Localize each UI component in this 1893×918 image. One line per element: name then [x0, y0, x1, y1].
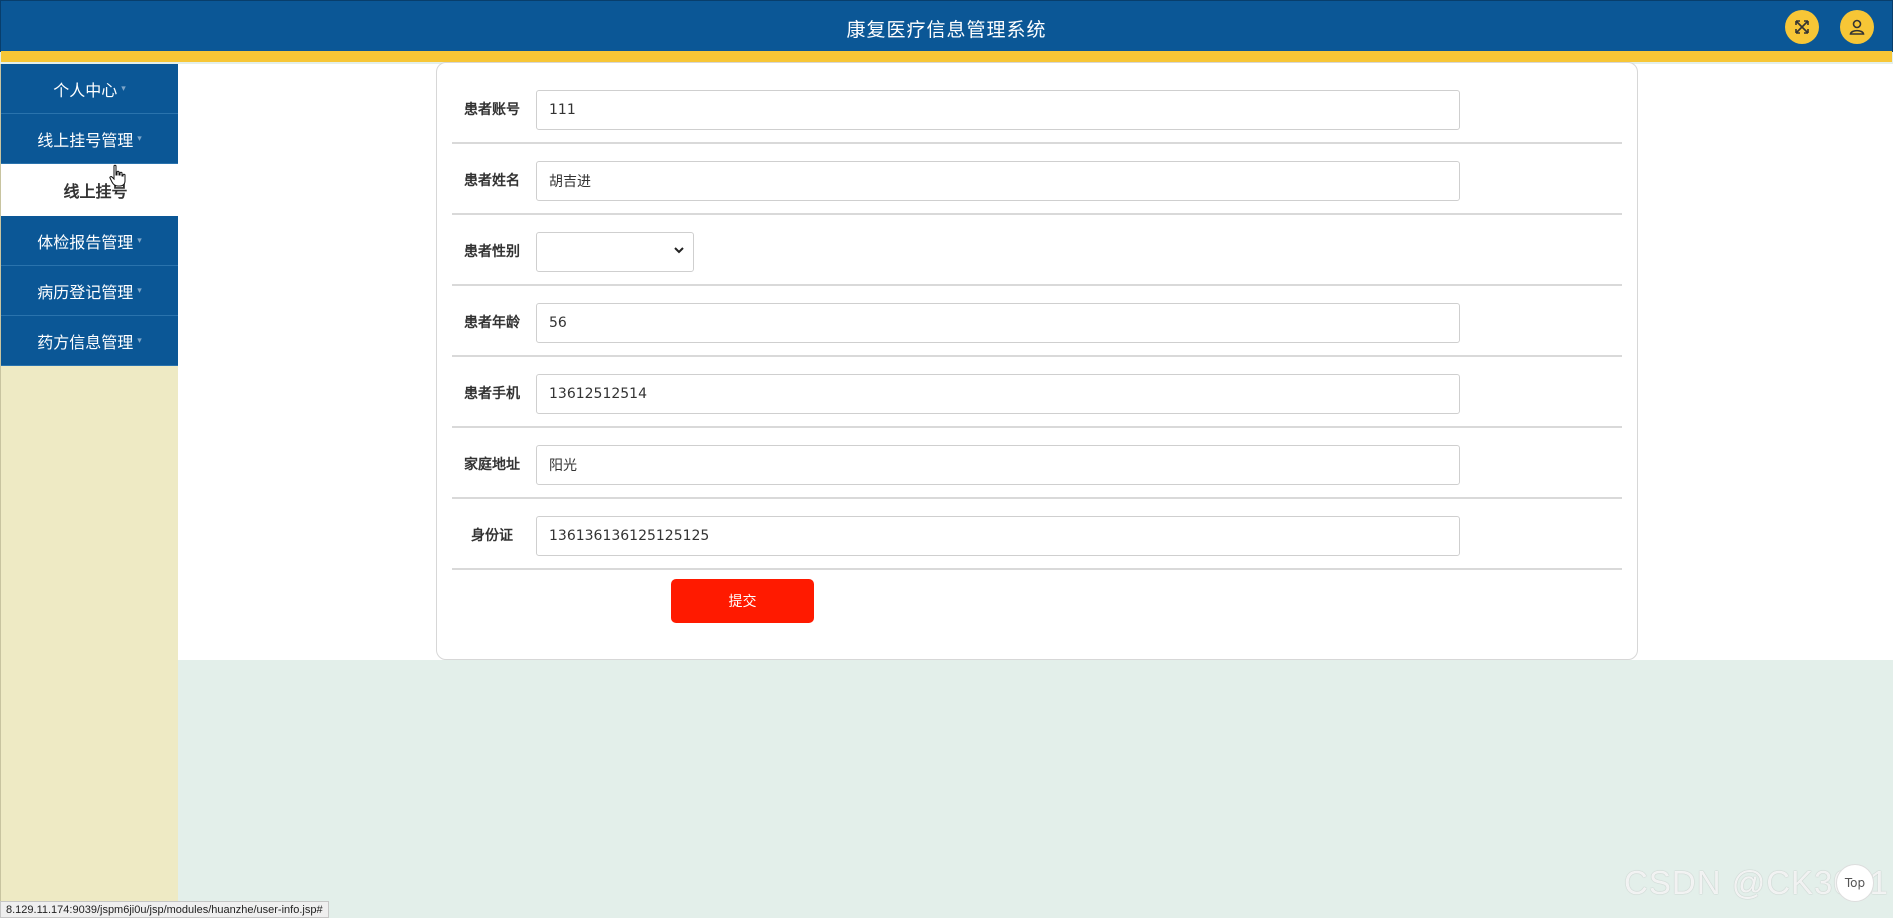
fullscreen-button[interactable]: [1785, 10, 1819, 44]
phone-input[interactable]: [536, 374, 1460, 414]
app-title: 康复医疗信息管理系统: [846, 19, 1047, 41]
form-row-account: 患者账号: [452, 73, 1622, 144]
field-label: 患者姓名: [464, 172, 520, 189]
caret-down-icon: ▾: [137, 133, 142, 144]
form-row-address: 家庭地址: [452, 428, 1622, 499]
form-row-phone: 患者手机: [452, 357, 1622, 428]
submit-button[interactable]: 提交: [671, 579, 814, 623]
field-label: 患者手机: [464, 385, 520, 402]
age-input[interactable]: [536, 303, 1460, 343]
field-label: 患者性别: [464, 243, 520, 260]
sidebar-item-medical-record-management[interactable]: 病历登记管理 ▾: [1, 266, 178, 316]
fullscreen-icon: [1795, 20, 1809, 34]
caret-down-icon: ▾: [137, 285, 142, 296]
hand-cursor-icon: [109, 164, 126, 187]
header-accent-stripe: [1, 51, 1892, 62]
form-row-gender: 患者性别: [452, 215, 1622, 286]
field-label: 身份证: [471, 527, 513, 544]
chevron-down-icon: [674, 247, 684, 254]
field-label: 患者账号: [464, 101, 520, 118]
user-info-form: 患者账号 患者姓名 患者性别 患者年龄 患者手机 家庭地址 身份证 提交: [436, 62, 1638, 660]
user-button[interactable]: [1840, 10, 1874, 44]
field-label: 患者年龄: [464, 314, 520, 331]
form-row-name: 患者姓名: [452, 144, 1622, 215]
sidebar: 个人中心 ▾ 线上挂号管理 ▾ 线上挂号 体检报告管理 ▾ 病历登记管理 ▾ 药方信息管…: [0, 64, 178, 918]
sidebar-item-prescription-management[interactable]: 药方信息管理 ▾: [1, 316, 178, 366]
status-url: 8.129.11.174:9039/jspm6ji0u/jsp/modules/…: [0, 901, 329, 918]
form-row-age: 患者年龄: [452, 286, 1622, 357]
form-row-id-card: 身份证: [452, 499, 1622, 570]
caret-down-icon: ▾: [137, 235, 142, 246]
sidebar-item-label: 药方信息管理: [37, 332, 134, 352]
sidebar-item-label: 线上挂号管理: [37, 130, 134, 150]
sidebar-item-label: 病历登记管理: [37, 282, 134, 302]
sidebar-item-personal-center[interactable]: 个人中心 ▾: [1, 64, 178, 114]
account-input[interactable]: [536, 90, 1460, 130]
sidebar-item-label: 体检报告管理: [37, 232, 134, 252]
sidebar-item-checkup-report-management[interactable]: 体检报告管理 ▾: [1, 216, 178, 266]
gender-select[interactable]: [536, 232, 694, 272]
top-header: 康复医疗信息管理系统: [0, 0, 1893, 62]
id-card-input[interactable]: [536, 516, 1460, 556]
name-input[interactable]: [536, 161, 1460, 201]
sidebar-subitem-online-registration[interactable]: 线上挂号: [1, 164, 178, 216]
back-to-top-button[interactable]: Top: [1836, 864, 1874, 902]
caret-down-icon: ▾: [121, 83, 126, 94]
sidebar-item-label: 个人中心: [53, 80, 118, 100]
sidebar-item-online-registration-management[interactable]: 线上挂号管理 ▾: [1, 114, 178, 164]
user-icon: [1849, 19, 1865, 35]
address-input[interactable]: [536, 445, 1460, 485]
field-label: 家庭地址: [464, 456, 520, 473]
caret-down-icon: ▾: [137, 335, 142, 346]
